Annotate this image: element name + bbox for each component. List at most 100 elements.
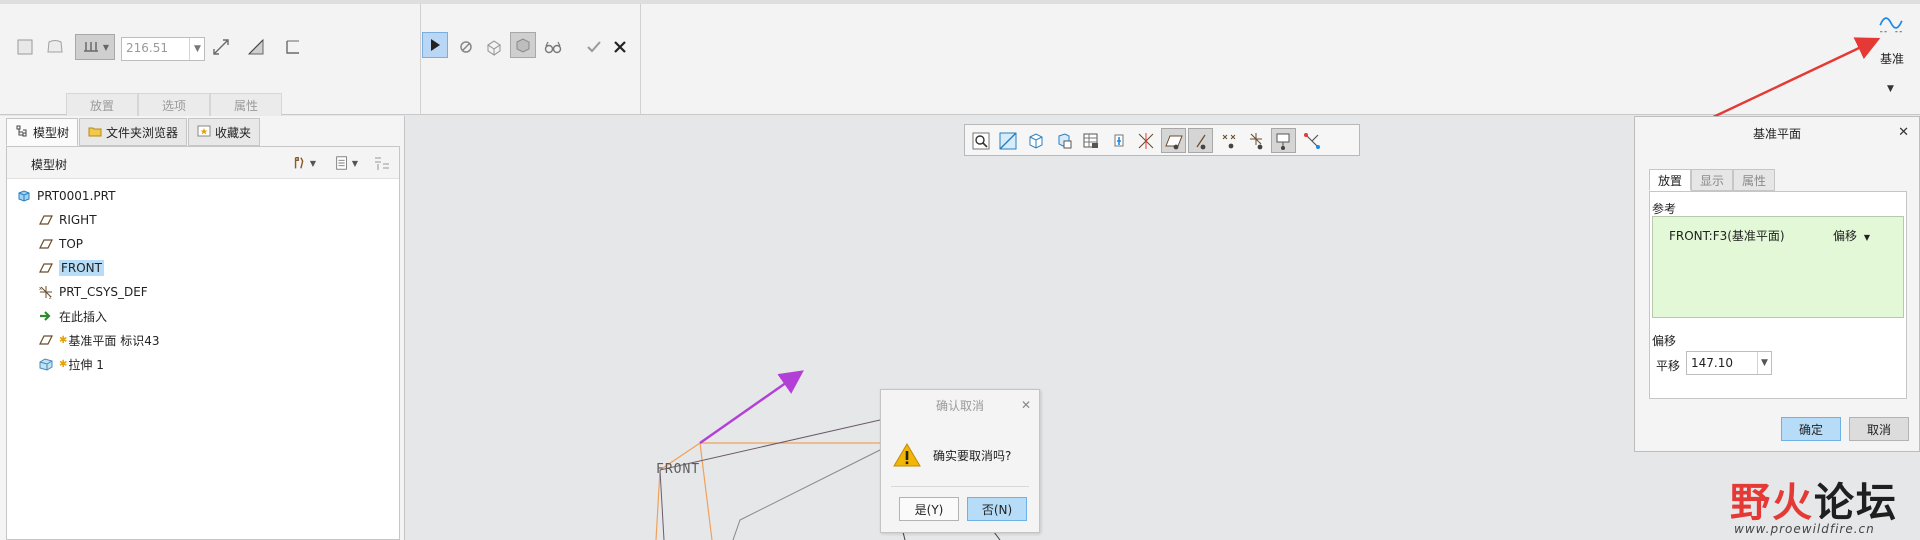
model-tree-panel: 模型树 ▼ ▼ PRT0001.PRT RIGHT TOP FRONT x z …	[6, 146, 400, 540]
model-tree-title: 模型树	[31, 158, 68, 172]
chevron-down-icon[interactable]: ▼	[1887, 84, 1894, 94]
reference-constraint-dropdown[interactable]: 偏移 ▼	[1833, 227, 1870, 244]
references-label: 参考	[1652, 202, 1677, 216]
yes-button[interactable]: 是(Y)	[899, 497, 959, 521]
surface-icon[interactable]	[42, 34, 68, 60]
solid-body-icon[interactable]	[12, 34, 38, 60]
tree-item-front[interactable]: FRONT	[37, 257, 104, 279]
display-style-icon[interactable]	[1106, 128, 1131, 153]
references-collector[interactable]: FRONT:F3(基准平面) 偏移 ▼	[1652, 216, 1904, 318]
watermark-char: 野	[1730, 479, 1772, 526]
placement-panel: 参考 FRONT:F3(基准平面) 偏移 ▼ 偏移 平移 147.10 ▼	[1649, 191, 1907, 399]
datum-plane-icon	[37, 235, 55, 253]
view-orientation-icon[interactable]	[1023, 128, 1048, 153]
verify-feature-icon[interactable]	[510, 32, 536, 58]
watermark-url: www.proewildfire.cn	[1734, 522, 1875, 536]
datum-group-label[interactable]: 基准	[1880, 50, 1904, 67]
remove-material-icon[interactable]	[243, 34, 269, 60]
insert-arrow-icon	[37, 307, 55, 325]
tab-placement[interactable]: 放置	[1649, 169, 1692, 191]
glasses-icon[interactable]	[540, 34, 566, 60]
part-icon	[15, 187, 33, 205]
tab-label: 模型树	[33, 125, 70, 140]
tab-label: 收藏夹	[215, 125, 252, 140]
saved-views-icon[interactable]	[1051, 128, 1076, 153]
spin-center-icon[interactable]	[1299, 128, 1324, 153]
tree-item-top[interactable]: TOP	[37, 233, 83, 255]
filter-icon[interactable]	[371, 152, 393, 174]
no-button[interactable]: 否(N)	[967, 497, 1027, 521]
tree-item-label: PRT_CSYS_DEF	[59, 285, 148, 299]
annotation-arrow-purple	[699, 370, 804, 444]
axis-display-icon[interactable]	[1133, 128, 1158, 153]
navigator-tabs: 模型树 文件夹浏览器 收藏夹	[6, 118, 261, 146]
tab-display[interactable]: 显示	[1691, 169, 1734, 191]
axis-toggle-icon[interactable]	[1188, 128, 1213, 153]
point-display-icon[interactable]	[1216, 128, 1241, 153]
tab-properties[interactable]: 属性	[1733, 169, 1776, 191]
extrude-icon	[37, 355, 55, 373]
pause-icon[interactable]	[453, 34, 479, 60]
tree-item-right[interactable]: RIGHT	[37, 209, 97, 231]
depth-option-dropdown[interactable]: ▼	[75, 34, 115, 60]
constraint-label: 偏移	[1833, 229, 1858, 243]
show-options-icon[interactable]: ▼	[329, 152, 363, 174]
view-manager-icon[interactable]	[1078, 128, 1103, 153]
tab-folder-browser[interactable]: 文件夹浏览器	[79, 118, 188, 146]
refit-icon[interactable]	[995, 128, 1020, 153]
checkmark-icon[interactable]	[581, 34, 607, 60]
forum-watermark: 野火论坛 www.proewildfire.cn	[1730, 470, 1920, 540]
ribbon-section-controls	[421, 4, 641, 115]
datum-curve-icon[interactable]	[1876, 8, 1906, 38]
dialog-divider	[891, 486, 1029, 487]
tab-placement[interactable]: 放置	[66, 93, 138, 117]
reference-item[interactable]: FRONT:F3(基准平面)	[1669, 227, 1785, 244]
tab-model-tree[interactable]: 模型树	[6, 118, 79, 146]
close-icon[interactable]	[607, 34, 633, 60]
preview-geometry-icon[interactable]	[481, 34, 507, 60]
dialog-title: 基准平面	[1752, 126, 1801, 141]
creo-window: ▼ 216.51 ▼ 放置 选项 属性 基准 ▼ 模型树 文件夹浏览器 收藏夹 …	[0, 0, 1920, 540]
chevron-down-icon[interactable]: ▼	[1757, 352, 1771, 374]
tree-item-datum-plane-43[interactable]: ✱ 基准平面 标识43	[37, 329, 159, 351]
tab-label: 文件夹浏览器	[106, 125, 179, 140]
tree-item-label: PRT0001.PRT	[37, 189, 116, 203]
tree-item-label: FRONT	[59, 260, 104, 276]
thicken-icon[interactable]	[280, 34, 306, 60]
navigator-panel: 模型树 文件夹浏览器 收藏夹 模型树 ▼ ▼ PRT0001.PRT RIGHT…	[0, 116, 405, 540]
ribbon-section-placement: ▼ 216.51 ▼ 放置 选项 属性	[0, 4, 421, 117]
csys-display-icon[interactable]	[1243, 128, 1268, 153]
tree-item-label: 拉伸 1	[68, 357, 104, 372]
cancel-button[interactable]: 取消	[1849, 417, 1909, 441]
annotation-display-icon[interactable]	[1271, 128, 1296, 153]
chevron-down-icon: ▼	[1863, 233, 1870, 242]
tree-item-insert-here[interactable]: 在此插入	[37, 305, 107, 327]
zoom-icon[interactable]	[968, 128, 993, 153]
tab-favorites[interactable]: 收藏夹	[188, 118, 261, 146]
watermark-char: 火	[1772, 479, 1814, 526]
tab-properties[interactable]: 属性	[210, 93, 282, 117]
play-icon[interactable]	[422, 32, 448, 58]
tree-item-label: 在此插入	[59, 309, 108, 324]
front-plane-label: FRONT	[656, 462, 701, 477]
dialog-title: 确认取消	[881, 390, 1039, 420]
ribbon: ▼ 216.51 ▼ 放置 选项 属性 基准 ▼	[0, 0, 1920, 117]
tree-item-csys[interactable]: xz PRT_CSYS_DEF	[37, 281, 148, 303]
tree-item-label: TOP	[59, 237, 84, 251]
confirm-cancel-dialog: 确认取消 ✕ 确实要取消吗? 是(Y) 否(N)	[880, 389, 1040, 533]
flip-direction-icon[interactable]	[208, 34, 234, 60]
chevron-down-icon[interactable]: ▼	[189, 38, 205, 60]
close-icon[interactable]: ✕	[1021, 398, 1031, 412]
tab-options[interactable]: 选项	[138, 93, 210, 117]
warning-icon	[893, 442, 921, 468]
close-icon[interactable]: ✕	[1898, 125, 1909, 140]
tree-item-label: 基准平面 标识43	[68, 333, 160, 348]
favorites-icon	[197, 124, 211, 141]
tree-item-extrude-1[interactable]: ✱ 拉伸 1	[37, 353, 104, 375]
datum-plane-icon	[37, 259, 55, 277]
csys-icon: xz	[37, 283, 55, 301]
ok-button[interactable]: 确定	[1781, 417, 1841, 441]
settings-tools-icon[interactable]: ▼	[287, 152, 321, 174]
plane-display-icon[interactable]	[1161, 128, 1186, 153]
tree-item-part[interactable]: PRT0001.PRT	[15, 185, 115, 207]
